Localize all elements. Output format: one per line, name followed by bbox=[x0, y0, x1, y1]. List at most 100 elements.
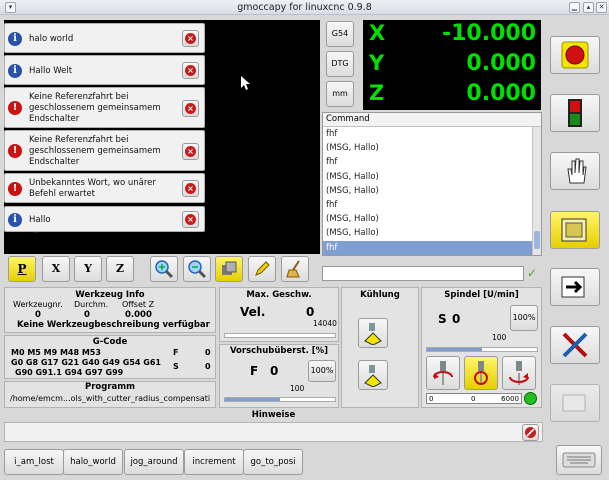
view-y-button[interactable]: Y bbox=[74, 256, 102, 282]
close-icon: × bbox=[185, 103, 196, 114]
feed-reset-button[interactable]: 100% bbox=[308, 360, 336, 382]
command-row[interactable]: (MSG, Hallo) bbox=[323, 170, 541, 184]
command-row[interactable]: (MSG, Hallo) bbox=[323, 141, 541, 155]
clear-hints-button[interactable] bbox=[522, 424, 539, 441]
command-row[interactable]: (MSG, Hallo) bbox=[323, 184, 541, 198]
command-history[interactable]: Command fhf (MSG, Hallo) fhf (MSG, Hallo… bbox=[322, 112, 542, 256]
spindle-bar-max: 6000 bbox=[501, 395, 519, 403]
active-gcodes-2: G90 G91.1 G94 G97 G99 bbox=[15, 368, 124, 377]
minimize-icon[interactable]: ▁ bbox=[569, 2, 580, 13]
max-velocity-slider[interactable] bbox=[224, 333, 336, 338]
cooling-title: Kühlung bbox=[360, 290, 400, 300]
edit-button[interactable] bbox=[248, 256, 276, 282]
message-text: Hallo bbox=[29, 215, 51, 225]
gcode-panel: G-Code M0 M5 M9 M48 M53 G0 G8 G17 G21 G4… bbox=[4, 335, 216, 379]
zoom-out-button[interactable] bbox=[183, 256, 211, 282]
dtg-button[interactable]: DTG bbox=[326, 51, 354, 77]
macro-button-jog-around[interactable]: jog_around bbox=[124, 449, 184, 475]
spindle-title: Spindel [U/min] bbox=[444, 290, 519, 300]
window-menu-icon[interactable]: ▾ bbox=[5, 2, 16, 13]
spindle-panel: Spindel [U/min] S 0 100% 100 0 0 6000 bbox=[421, 287, 542, 408]
auto-mode-button[interactable] bbox=[550, 268, 600, 306]
manual-mode-button[interactable] bbox=[550, 152, 600, 190]
velocity-max-label: 14040 bbox=[313, 319, 337, 328]
feed-override-panel: Vorschubüberst. [%] F 0 100% 100 bbox=[219, 344, 339, 408]
keyboard-button[interactable] bbox=[556, 445, 602, 475]
command-scrollbar[interactable] bbox=[532, 127, 541, 255]
spindle-stop-button[interactable] bbox=[464, 356, 498, 390]
user-tabs-button[interactable] bbox=[550, 384, 600, 422]
spindle-scale-label: 100 bbox=[492, 333, 507, 342]
command-row[interactable]: (MSG, Hallo) bbox=[323, 212, 541, 226]
dro-y-value[interactable]: 0.000 bbox=[466, 51, 536, 76]
program-panel: Programm /home/emcm...ols_with_cutter_ra… bbox=[4, 381, 216, 408]
emergency-stop-icon bbox=[561, 41, 589, 69]
spindle-ccw-button[interactable] bbox=[426, 356, 460, 390]
settings-button[interactable] bbox=[550, 326, 600, 364]
maximize-icon[interactable]: ▴ bbox=[583, 2, 594, 13]
zoom-in-button[interactable] bbox=[150, 256, 178, 282]
dismiss-message-button[interactable]: × bbox=[182, 143, 199, 160]
dismiss-message-button[interactable]: × bbox=[182, 180, 199, 197]
scrollbar-thumb[interactable] bbox=[534, 231, 540, 249]
view-x-label: X bbox=[51, 262, 61, 275]
command-row[interactable]: fhf bbox=[323, 198, 541, 212]
macro-button-halo-world[interactable]: halo_world bbox=[63, 449, 123, 475]
feed-override-slider[interactable] bbox=[224, 397, 336, 402]
tool-number-label: Werkzeugnr. bbox=[13, 300, 63, 309]
mdi-mode-button[interactable] bbox=[550, 211, 600, 249]
view-x-button[interactable]: X bbox=[42, 256, 70, 282]
message-text: Hallo Welt bbox=[29, 66, 73, 76]
command-row[interactable]: (MSG, Hallo) bbox=[323, 226, 541, 240]
checkmark-icon[interactable]: ✓ bbox=[527, 266, 541, 281]
zoom-out-icon bbox=[188, 260, 207, 279]
view-z-button[interactable]: Z bbox=[106, 256, 134, 282]
info-icon: i bbox=[8, 64, 22, 78]
max-velocity-title: Max. Geschw. bbox=[246, 290, 312, 300]
view-p-button[interactable]: P bbox=[8, 256, 36, 282]
dismiss-message-button[interactable]: × bbox=[182, 211, 199, 228]
spindle-override-slider[interactable] bbox=[426, 347, 538, 352]
dismiss-message-button[interactable]: × bbox=[182, 62, 199, 79]
macro-button-i-am-lost[interactable]: i_am_lost bbox=[4, 449, 64, 475]
spindle-cw-button[interactable] bbox=[502, 356, 536, 390]
zoom-in-icon bbox=[155, 260, 174, 279]
g54-button[interactable]: G54 bbox=[326, 21, 354, 47]
mist-coolant-button[interactable] bbox=[358, 360, 388, 390]
flood-coolant-button[interactable] bbox=[358, 318, 388, 348]
window-title: gmoccapy for linuxcnc 0.9.8 bbox=[237, 2, 372, 13]
dismiss-message-button[interactable]: × bbox=[182, 30, 199, 47]
command-row-selected[interactable]: fhf bbox=[323, 240, 541, 255]
dro-x-value[interactable]: -10.000 bbox=[442, 21, 536, 46]
show-dimensions-button[interactable] bbox=[215, 256, 243, 282]
tools-icon bbox=[562, 332, 588, 358]
hints-bar bbox=[4, 422, 543, 442]
program-path: /home/emcm...ols_with_cutter_radius_comp… bbox=[10, 394, 211, 403]
macro-button-increment[interactable]: increment bbox=[184, 449, 244, 475]
mdi-command-input[interactable] bbox=[322, 266, 524, 281]
dismiss-message-button[interactable]: × bbox=[182, 100, 199, 117]
close-icon: × bbox=[185, 65, 196, 76]
active-gcodes-1: G0 G8 G17 G21 G40 G49 G54 G61 bbox=[11, 358, 161, 367]
feed-value: 0 bbox=[205, 348, 211, 357]
close-icon[interactable]: ✕ bbox=[596, 2, 607, 13]
command-row[interactable]: fhf bbox=[323, 155, 541, 169]
spindle-cw-icon bbox=[509, 361, 529, 385]
message-error-3: ! Unbekanntes Wort, wo unärer Befehl erw… bbox=[4, 173, 205, 203]
mm-button[interactable]: mm bbox=[326, 81, 354, 107]
spindle-reset-button[interactable]: 100% bbox=[510, 305, 538, 331]
dro-z-value[interactable]: 0.000 bbox=[466, 81, 536, 106]
command-header[interactable]: Command bbox=[323, 113, 541, 127]
clear-plot-button[interactable] bbox=[281, 256, 309, 282]
cooling-panel: Kühlung bbox=[341, 287, 419, 408]
gcode-title: G-Code bbox=[92, 337, 128, 347]
spindle-load-bar: 0 0 6000 bbox=[426, 393, 522, 404]
velocity-value: 0 bbox=[306, 305, 315, 319]
macro-button-go-to-posi[interactable]: go_to_posi bbox=[243, 449, 303, 475]
power-switch-icon bbox=[568, 99, 582, 127]
machine-power-button[interactable] bbox=[550, 94, 600, 132]
speed-value: 0 bbox=[205, 362, 211, 371]
estop-button[interactable] bbox=[550, 36, 600, 74]
tool-number-value: 0 bbox=[35, 310, 41, 320]
command-row[interactable]: fhf bbox=[323, 127, 541, 141]
